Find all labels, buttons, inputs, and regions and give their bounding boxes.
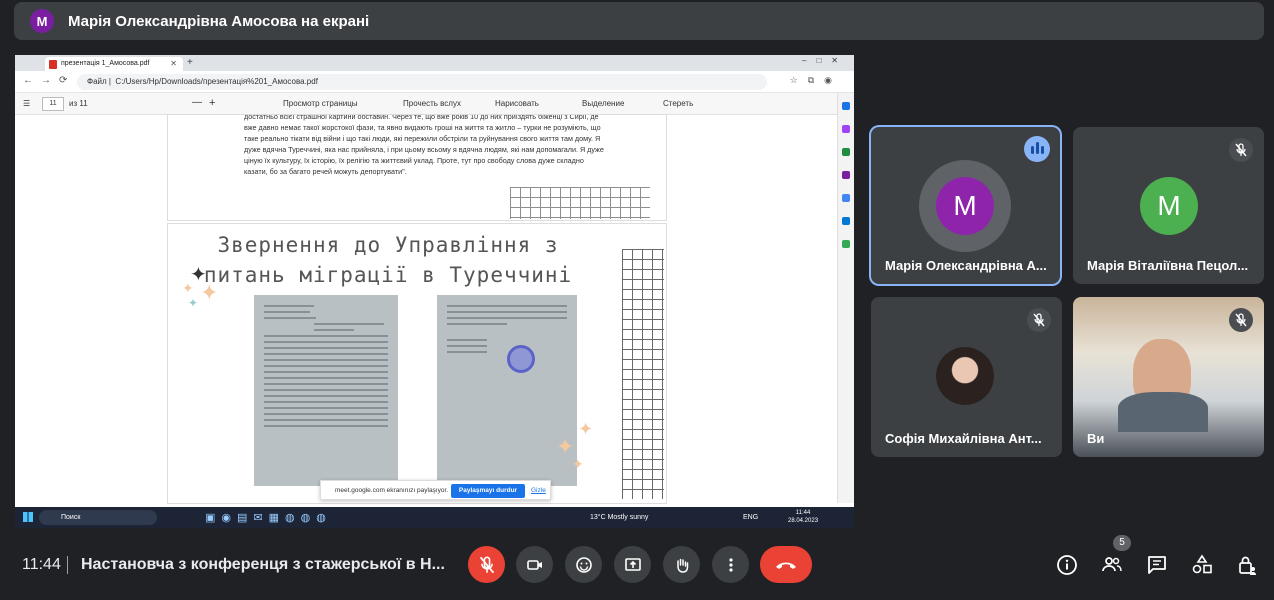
- participant-name: Софія Михайлівна Ант...: [885, 431, 1042, 446]
- search-icon[interactable]: [842, 102, 850, 110]
- new-tab-icon[interactable]: +: [187, 57, 193, 68]
- taskbar-apps-icon[interactable]: ▣◉▤✉▦◍◍◍: [205, 511, 332, 524]
- mic-toggle-button[interactable]: [468, 546, 505, 583]
- taskbar-clock[interactable]: 11:44 28.04.2023: [788, 509, 818, 525]
- info-icon: [1057, 555, 1077, 575]
- participant-tile[interactable]: Софія Михайлівна Ант...: [871, 297, 1062, 457]
- erase-button[interactable]: Стереть: [663, 99, 693, 108]
- stop-sharing-button[interactable]: Paylaşmayı durdur: [451, 484, 525, 498]
- url-text: C:/Users/Hp/Downloads/презентація%201_Ам…: [115, 77, 318, 86]
- emoji-icon: [575, 556, 592, 573]
- edge-sidebar: [837, 93, 854, 503]
- window-controls[interactable]: –□✕: [802, 56, 848, 65]
- share-notice-text: meet.google.com ekranınızı paylaşıyor.: [335, 487, 449, 494]
- hide-notice-link[interactable]: Gizle: [531, 487, 546, 494]
- presenting-text: Марія Олександрівна Амосова на екрані: [68, 12, 370, 30]
- url-field[interactable]: Файл | C:/Users/Hp/Downloads/презентація…: [77, 74, 767, 90]
- language-indicator[interactable]: ENG: [743, 514, 758, 521]
- host-controls-button[interactable]: [1234, 552, 1260, 578]
- pdf-toolbar: ☰ 11 из 11 — + Просмотр страницы Прочест…: [15, 93, 837, 115]
- speaking-indicator-icon: [1024, 136, 1050, 162]
- tools-icon[interactable]: [842, 148, 850, 156]
- games-icon[interactable]: [842, 171, 850, 179]
- contents-icon[interactable]: ☰: [23, 99, 30, 108]
- draw-button[interactable]: Нарисовать: [495, 99, 539, 108]
- hangup-icon: [776, 562, 796, 569]
- people-button[interactable]: [1099, 552, 1125, 578]
- highlight-button[interactable]: Выделение: [582, 99, 624, 108]
- read-aloud-button[interactable]: Прочесть вслух: [403, 99, 461, 108]
- browser-tab[interactable]: презентація 1_Амосова.pdf ✕: [45, 57, 183, 71]
- pdf-icon: [49, 60, 57, 69]
- presenter-avatar: M: [30, 9, 54, 33]
- present-screen-icon: [624, 557, 641, 571]
- participant-tile[interactable]: M Марія Олександрівна А...: [871, 127, 1060, 284]
- page-total: из 11: [69, 99, 88, 108]
- chat-button[interactable]: [1144, 552, 1170, 578]
- view-button[interactable]: Просмотр страницы: [283, 99, 358, 108]
- browser-actions-icon[interactable]: ☆⧉◉: [790, 75, 842, 86]
- avatar: [936, 347, 994, 405]
- windows-start-icon[interactable]: [23, 512, 33, 522]
- participant-tile[interactable]: M Марія Віталіївна Пецол...: [1073, 127, 1264, 284]
- activities-button[interactable]: [1189, 552, 1215, 578]
- pdf-slide: Звернення до Управління з питань міграці…: [168, 224, 666, 503]
- zoom-in-button[interactable]: +: [209, 97, 215, 109]
- page-body-text: достатньо всієї страшної картини обстави…: [244, 115, 604, 176]
- participants-count-badge: 5: [1113, 535, 1131, 551]
- drop-icon[interactable]: [842, 240, 850, 248]
- raise-hand-button[interactable]: [663, 546, 700, 583]
- shared-screen: презентація 1_Амосова.pdf ✕ + –□✕ ←→⟳ Фа…: [15, 55, 854, 528]
- presenting-banner: M Марія Олександрівна Амосова на екрані: [14, 2, 1264, 40]
- lock-person-icon: [1239, 556, 1256, 575]
- browser-tab-bar: презентація 1_Амосова.pdf ✕ + –□✕: [15, 55, 854, 71]
- meeting-details-button[interactable]: [1054, 552, 1080, 578]
- zoom-out-button[interactable]: —: [192, 97, 202, 108]
- avatar: M: [1140, 177, 1198, 235]
- taskbar-search[interactable]: Поиск: [39, 510, 157, 525]
- outlook-icon[interactable]: [842, 217, 850, 225]
- avatar: M: [936, 177, 994, 235]
- url-label: Файл: [87, 77, 107, 86]
- meeting-title: Настановча з конференця з стажерської в …: [81, 556, 445, 573]
- divider: [67, 556, 68, 574]
- participant-name: Марія Віталіївна Пецол...: [1087, 258, 1249, 273]
- mic-off-icon: [479, 555, 494, 573]
- stamp-icon: [507, 345, 535, 373]
- nav-arrows-icon[interactable]: ←→⟳: [23, 75, 75, 86]
- reactions-button[interactable]: [565, 546, 602, 583]
- close-tab-icon[interactable]: ✕: [170, 59, 177, 68]
- camera-icon: [526, 559, 542, 570]
- meeting-clock: 11:44: [22, 556, 61, 573]
- participant-tile[interactable]: Ви: [1073, 297, 1264, 457]
- address-bar: ←→⟳ Файл | C:/Users/Hp/Downloads/презент…: [15, 71, 854, 93]
- hand-icon: [676, 558, 688, 573]
- chat-icon: [1148, 556, 1166, 574]
- tab-title: презентація 1_Амосова.pdf: [61, 60, 150, 67]
- mic-off-icon: [1229, 138, 1253, 162]
- page-number-input[interactable]: 11: [42, 97, 64, 111]
- weather-widget[interactable]: 13°C Mostly sunny: [590, 514, 648, 521]
- pdf-page: достатньо всієї страшної картини обстави…: [168, 115, 666, 220]
- sparkle-icon[interactable]: [842, 125, 850, 133]
- screen-share-notice: meet.google.com ekranınızı paylaşıyor. P…: [320, 480, 551, 500]
- participant-name: Ви: [1087, 431, 1105, 446]
- mic-off-icon: [1027, 308, 1051, 332]
- pdf-viewer: достатньо всієї страшної картини обстави…: [15, 115, 837, 503]
- leave-call-button[interactable]: [760, 546, 812, 583]
- office-icon[interactable]: [842, 194, 850, 202]
- people-icon: [1102, 557, 1122, 572]
- camera-toggle-button[interactable]: [516, 546, 553, 583]
- slide-title: Звернення до Управління з питань міграці…: [203, 233, 573, 287]
- shapes-icon: [1192, 554, 1212, 574]
- mic-off-icon: [1229, 308, 1253, 332]
- more-options-button[interactable]: [712, 546, 749, 583]
- document-scan: [254, 295, 398, 486]
- participant-name: Марія Олександрівна А...: [885, 258, 1047, 273]
- present-button[interactable]: [614, 546, 651, 583]
- more-vert-icon: [728, 557, 733, 572]
- windows-taskbar: Поиск ▣◉▤✉▦◍◍◍ 13°C Mostly sunny ENG 11:…: [15, 507, 854, 528]
